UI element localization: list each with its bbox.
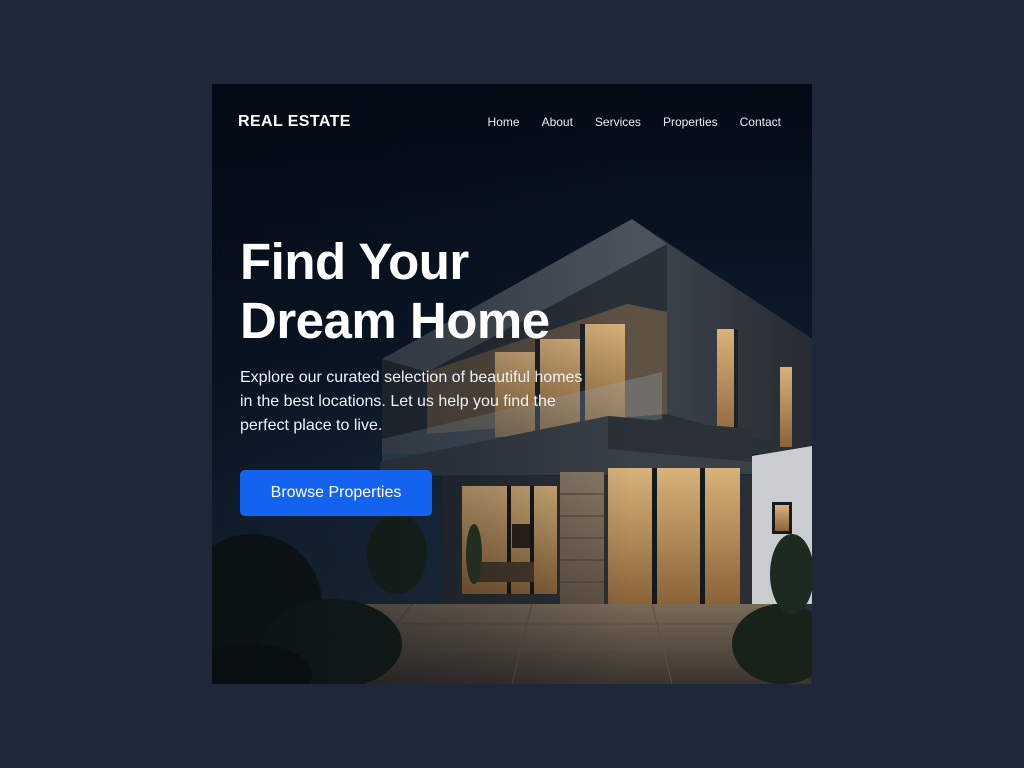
hero-title: Find Your Dream Home — [240, 232, 660, 350]
hero-subtitle-line1: Explore our curated selection of beautif… — [240, 369, 583, 386]
hero-subtitle: Explore our curated selection of beautif… — [240, 366, 610, 438]
site-logo[interactable]: REAL ESTATE — [238, 113, 351, 131]
top-navigation: REAL ESTATE Home About Services Properti… — [212, 84, 812, 160]
nav-links: Home About Services Properties Contact — [488, 115, 781, 129]
hero-section: REAL ESTATE Home About Services Properti… — [212, 84, 812, 684]
hero-subtitle-line3: perfect place to live. — [240, 417, 383, 434]
nav-link-properties[interactable]: Properties — [663, 115, 718, 129]
nav-link-services[interactable]: Services — [595, 115, 641, 129]
nav-link-about[interactable]: About — [542, 115, 573, 129]
hero-subtitle-line2: in the best locations. Let us help you f… — [240, 393, 556, 410]
nav-link-home[interactable]: Home — [488, 115, 520, 129]
hero-title-line1: Find Your — [240, 233, 469, 290]
hero-title-line2: Dream Home — [240, 292, 550, 349]
page-canvas: REAL ESTATE Home About Services Properti… — [0, 0, 1024, 768]
nav-link-contact[interactable]: Contact — [740, 115, 781, 129]
browse-properties-button[interactable]: Browse Properties — [240, 470, 432, 516]
